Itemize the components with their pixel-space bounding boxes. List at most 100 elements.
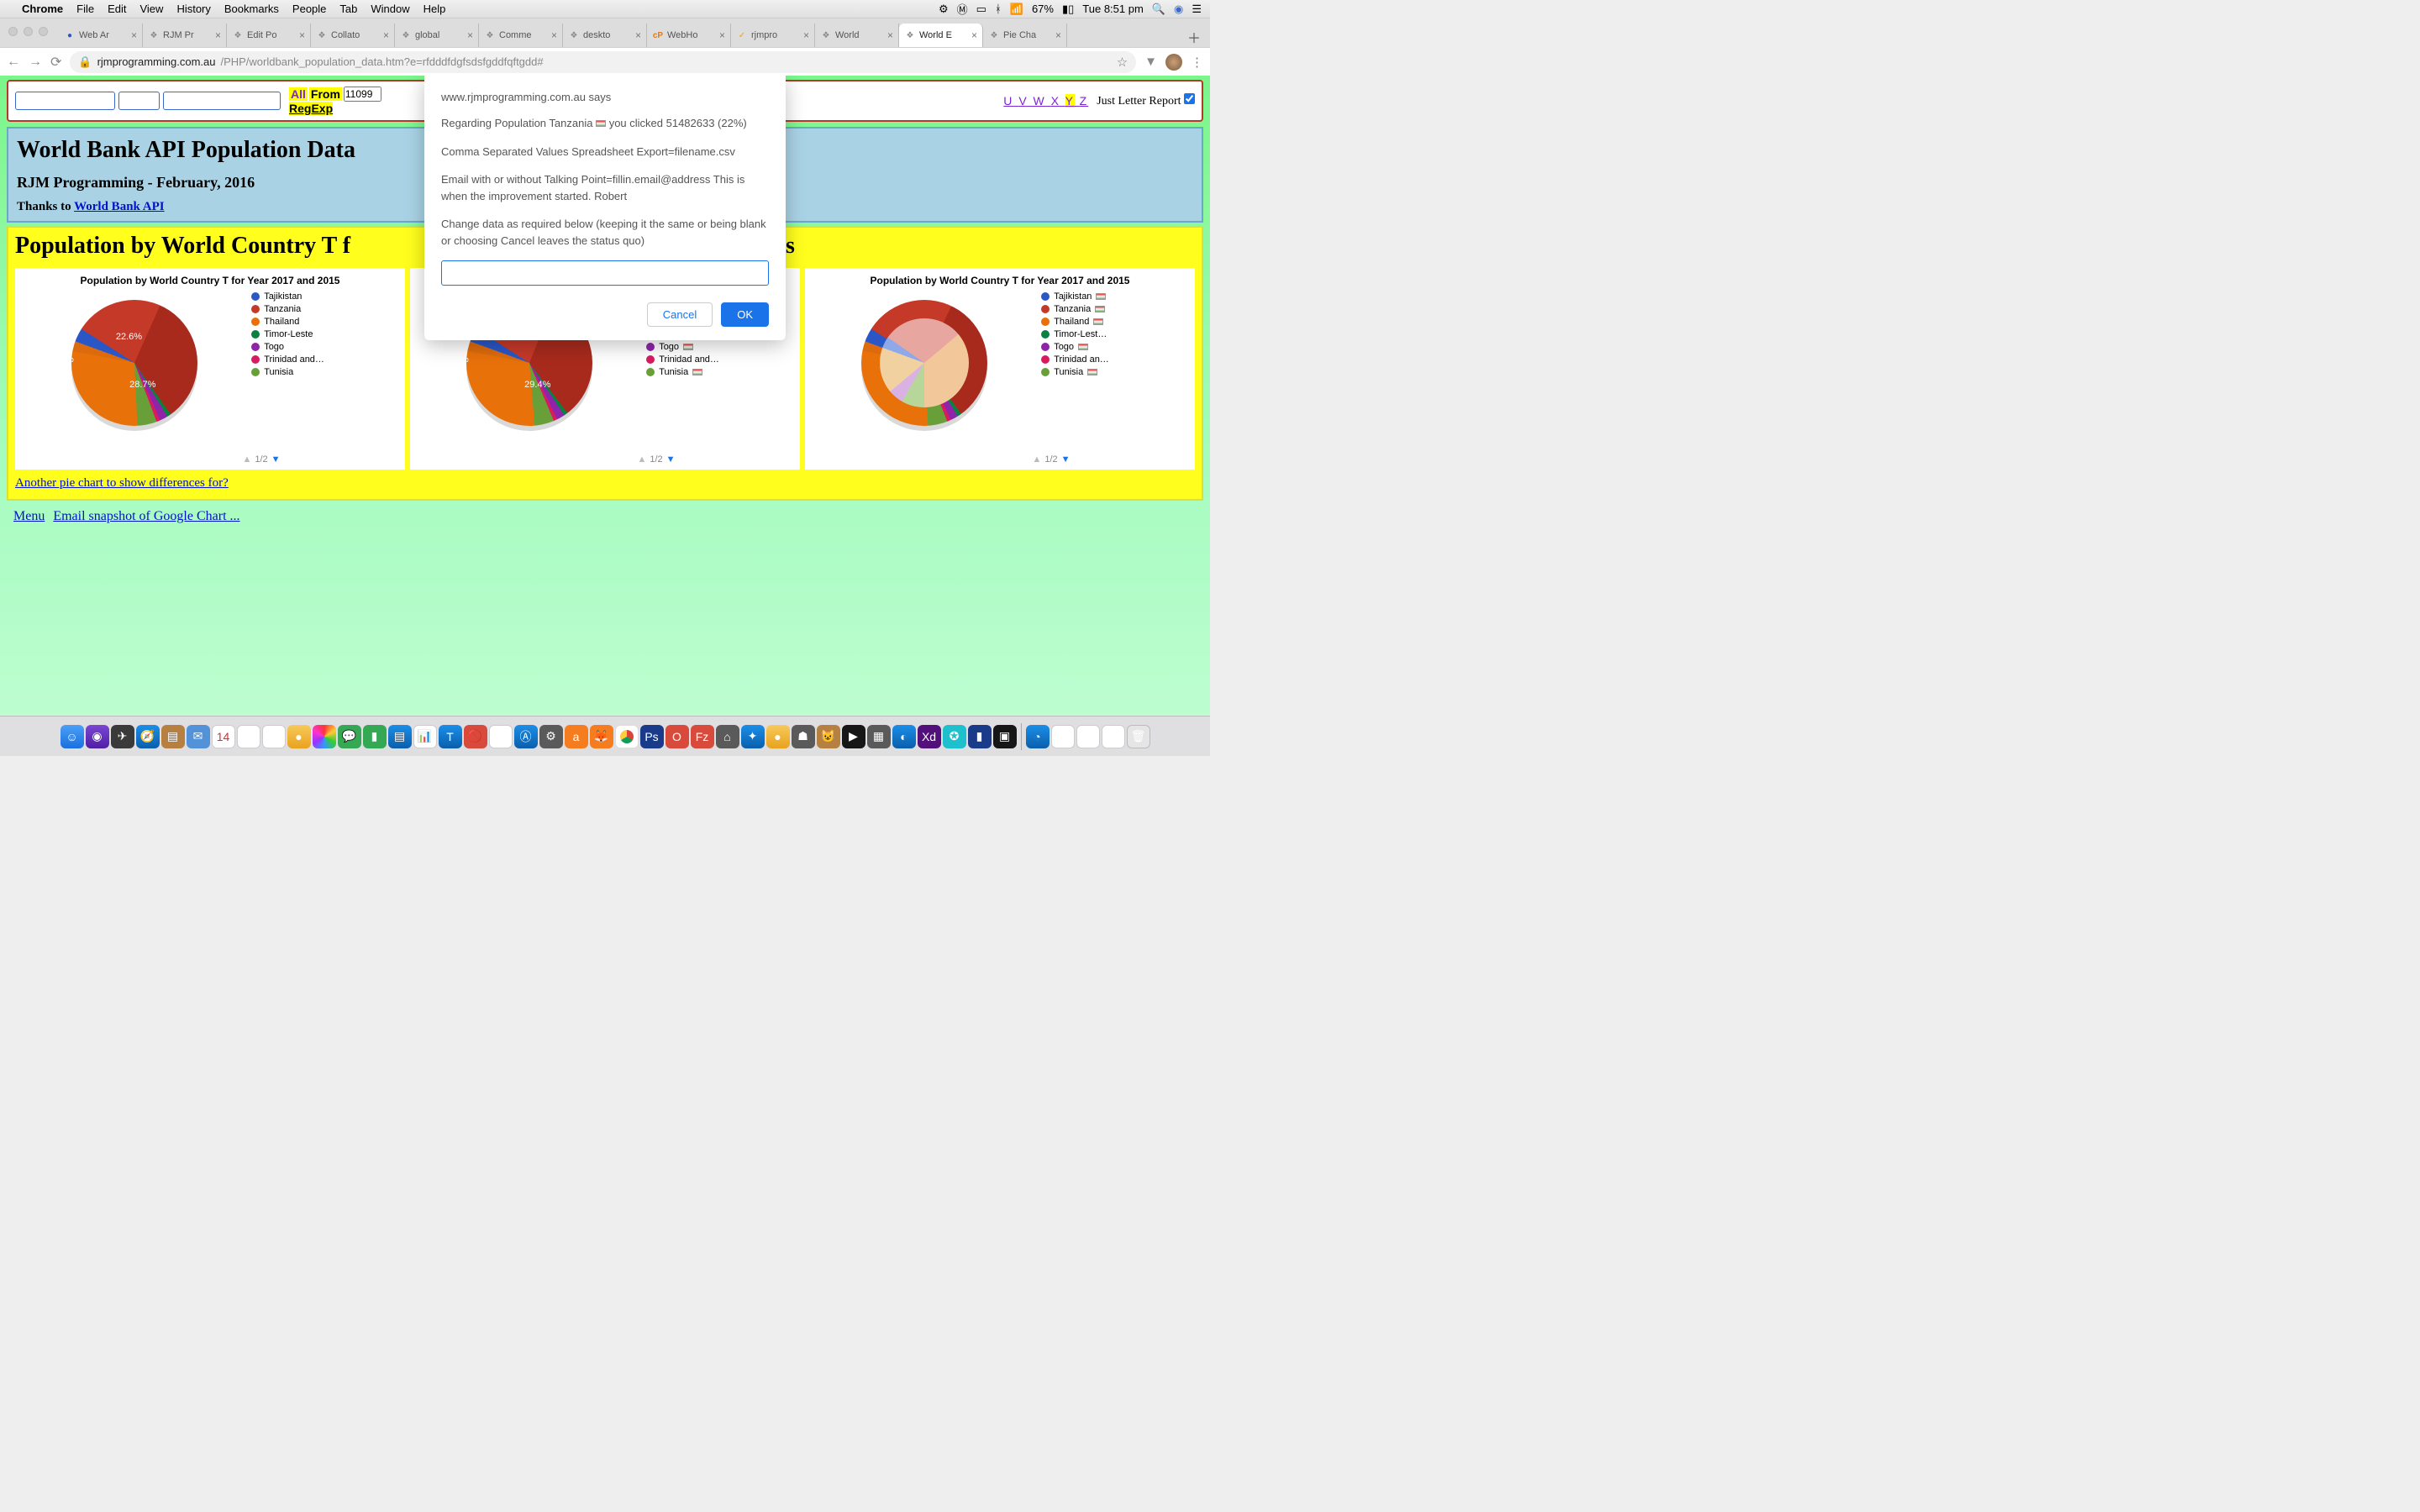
metric-select[interactable]: Population — [163, 92, 281, 110]
legend-item[interactable]: Thailand — [1041, 317, 1190, 327]
legend-item[interactable]: Tunisia — [646, 367, 795, 377]
new-tab-button[interactable]: ＋ — [1181, 27, 1207, 47]
dock-app-icon[interactable]: ◉ — [86, 725, 109, 748]
tab-close-icon[interactable]: × — [383, 29, 389, 41]
siri-icon[interactable]: ◉ — [1174, 3, 1183, 16]
dock-xd-icon[interactable]: Xd — [918, 725, 941, 748]
dock-filezilla-icon[interactable]: Fz — [691, 725, 714, 748]
ok-button[interactable]: OK — [721, 302, 769, 327]
worldbank-link[interactable]: World Bank API — [74, 200, 165, 213]
browser-tab[interactable]: ❖deskto× — [563, 24, 647, 47]
diff-link[interactable]: Another pie chart to show differences fo… — [15, 476, 229, 491]
dock-settings-icon[interactable]: ⚙ — [539, 725, 563, 748]
forward-button[interactable]: → — [29, 55, 42, 70]
pager-up-icon[interactable]: ▲ — [637, 454, 646, 465]
dock-facetime-icon[interactable]: ▮ — [363, 725, 387, 748]
dock-terminal-icon[interactable]: ▶ — [842, 725, 865, 748]
menu-icon[interactable]: ☰ — [1192, 3, 1202, 16]
dock-folder-icon[interactable]: ▤ — [1051, 725, 1075, 748]
legend-item[interactable]: Trinidad an… — [1041, 354, 1190, 365]
menu-view[interactable]: View — [139, 3, 163, 15]
dock-app-icon[interactable]: ▦ — [867, 725, 891, 748]
back-button[interactable]: ← — [7, 55, 20, 70]
legend-item[interactable]: Trinidad and… — [646, 354, 795, 365]
airplay-icon[interactable]: ▭ — [976, 3, 986, 16]
legend-item[interactable]: Timor-Lest… — [1041, 329, 1190, 339]
browser-tab[interactable]: cPWebHo× — [647, 24, 731, 47]
menu-window[interactable]: Window — [371, 3, 409, 15]
browser-tab[interactable]: ❖World E× — [899, 24, 983, 47]
dock-trash-icon[interactable]: 🗑 — [1127, 725, 1150, 748]
dock-folder-icon[interactable]: ▤ — [1076, 725, 1100, 748]
dock-app-icon[interactable]: ✪ — [943, 725, 966, 748]
legend-item[interactable]: Tanzania — [251, 304, 400, 314]
legend-item[interactable]: Timor-Leste — [251, 329, 400, 339]
dock-calendar-icon[interactable]: 14 — [212, 725, 235, 748]
browser-tab[interactable]: ❖World× — [815, 24, 899, 47]
star-icon[interactable]: ☆ — [1117, 55, 1128, 70]
legend-item[interactable]: Thailand — [251, 317, 400, 327]
dock-reminders-icon[interactable]: ≡ — [262, 725, 286, 748]
tab-close-icon[interactable]: × — [635, 29, 641, 41]
browser-tab[interactable]: ❖RJM Pr× — [143, 24, 227, 47]
legend-item[interactable]: Tunisia — [251, 367, 400, 377]
letter-z[interactable]: Z — [1080, 94, 1089, 108]
dock-app-icon[interactable]: ◐ — [892, 725, 916, 748]
legend-item[interactable]: Tanzania — [1041, 304, 1190, 314]
dock-gimp-icon[interactable]: 😺 — [817, 725, 840, 748]
clock[interactable]: Tue 8:51 pm — [1082, 3, 1144, 15]
legend-pager[interactable]: ▲ 1/2 ▼ — [1032, 454, 1070, 465]
letter-u[interactable]: U — [1003, 94, 1013, 108]
profile-avatar[interactable] — [1165, 54, 1182, 71]
browser-tab[interactable]: ❖Edit Po× — [227, 24, 311, 47]
dock-app-icon[interactable]: ◔ — [1026, 725, 1050, 748]
menu-bookmarks[interactable]: Bookmarks — [224, 3, 279, 15]
from-input[interactable] — [344, 87, 381, 102]
bluetooth-icon[interactable]: ᚼ — [995, 3, 1002, 15]
tab-close-icon[interactable]: × — [803, 29, 809, 41]
year2-select[interactable]: 2015 — [118, 92, 160, 110]
legend-item[interactable]: Togo — [1041, 342, 1190, 352]
tab-close-icon[interactable]: × — [887, 29, 893, 41]
legend-item[interactable]: Tajikistan — [251, 291, 400, 302]
window-controls[interactable] — [8, 27, 48, 36]
tab-close-icon[interactable]: × — [215, 29, 221, 41]
tab-close-icon[interactable]: × — [551, 29, 557, 41]
dock-app-icon[interactable]: T — [439, 725, 462, 748]
pager-up-icon[interactable]: ▲ — [242, 454, 251, 465]
letter-x[interactable]: X — [1051, 94, 1060, 108]
address-bar[interactable]: 🔒 rjmprogramming.com.au/PHP/worldbank_po… — [70, 51, 1136, 73]
dock-opera-icon[interactable]: O — [666, 725, 689, 748]
dock-mail-icon[interactable]: ✉ — [187, 725, 210, 748]
dock-app-icon[interactable]: ● — [287, 725, 311, 748]
legend-item[interactable]: Togo — [251, 342, 400, 352]
tab-close-icon[interactable]: × — [971, 29, 977, 41]
legend-item[interactable]: Togo — [646, 342, 795, 352]
browser-tab[interactable]: ❖global× — [395, 24, 479, 47]
dialog-input[interactable] — [441, 260, 769, 286]
status-icon[interactable]: Ⓜ — [957, 1, 968, 17]
legend-pager[interactable]: ▲ 1/2 ▼ — [242, 454, 280, 465]
legend-item[interactable]: Tajikistan — [1041, 291, 1190, 302]
dock-itunes-icon[interactable]: ♪ — [489, 725, 513, 748]
pager-down-icon[interactable]: ▼ — [271, 454, 281, 465]
all-link[interactable]: All — [289, 87, 308, 101]
cancel-button[interactable]: Cancel — [647, 302, 713, 327]
letter-v[interactable]: V — [1018, 94, 1028, 108]
dock-chrome-icon[interactable] — [615, 725, 639, 748]
dock-folder-icon[interactable]: ▤ — [1102, 725, 1125, 748]
regexp-link[interactable]: RegExp — [289, 102, 333, 115]
tab-close-icon[interactable]: × — [131, 29, 137, 41]
dock-app-icon[interactable]: ☗ — [792, 725, 815, 748]
menu-edit[interactable]: Edit — [108, 3, 126, 15]
wifi-icon[interactable]: 📶 — [1010, 3, 1023, 16]
extension-icon[interactable]: ▼ — [1144, 55, 1157, 69]
legend-item[interactable]: Trinidad and… — [251, 354, 400, 365]
tab-close-icon[interactable]: × — [1055, 29, 1061, 41]
browser-tab[interactable]: ❖Pie Cha× — [983, 24, 1067, 47]
tab-close-icon[interactable]: × — [719, 29, 725, 41]
dock-photos-icon[interactable] — [313, 725, 336, 748]
legend-item[interactable]: Tunisia — [1041, 367, 1190, 377]
browser-tab[interactable]: ❖Comme× — [479, 24, 563, 47]
letter-y[interactable]: Y — [1065, 94, 1075, 108]
